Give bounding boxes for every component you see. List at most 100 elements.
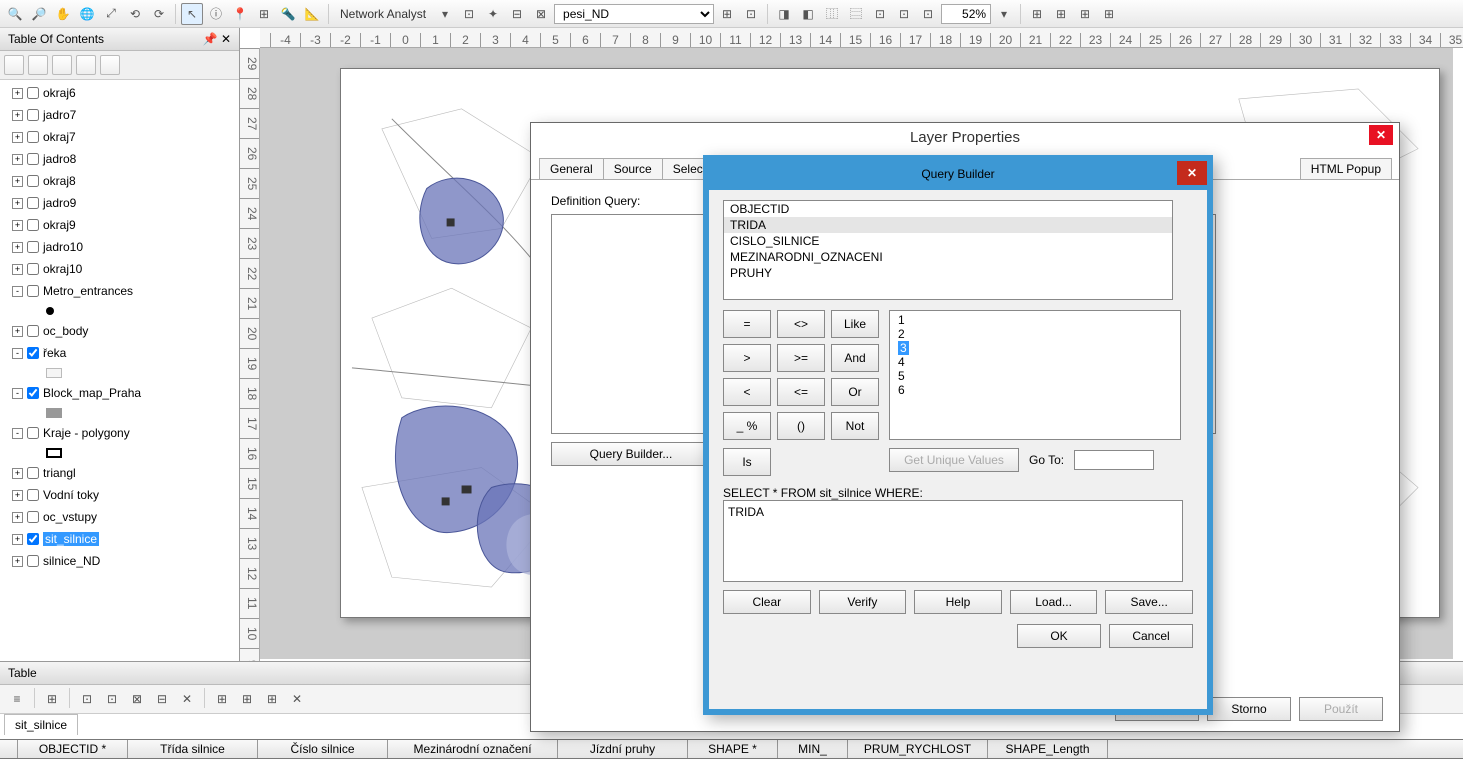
toc-item[interactable]: +silnice_ND [4,550,235,572]
field-item[interactable]: OBJECTID [724,201,1172,217]
table-tool[interactable]: ⊟ [151,688,173,710]
value-item[interactable]: 6 [896,383,1174,397]
table-tool[interactable]: ⊞ [261,688,283,710]
toc-view-btn[interactable] [52,55,72,75]
expand-icon[interactable]: + [12,534,23,545]
tool-btn[interactable]: 📍 [229,3,251,25]
tool-btn[interactable]: ⟲ [124,3,146,25]
layer-checkbox[interactable] [27,325,39,337]
find-btn[interactable]: 🔦 [277,3,299,25]
expand-icon[interactable]: + [12,264,23,275]
table-tool[interactable]: ⊞ [211,688,233,710]
table-tool[interactable]: ✕ [176,688,198,710]
operator-button[interactable]: >= [777,344,825,372]
tool-btn[interactable]: ✦ [482,3,504,25]
value-item[interactable]: 2 [896,327,1174,341]
value-item[interactable]: 3 [896,341,1174,355]
tool-btn[interactable]: ⿲ [821,3,843,25]
expand-icon[interactable]: + [12,198,23,209]
layer-label[interactable]: sit_silnice [43,532,99,546]
toc-item[interactable]: +oc_body [4,320,235,342]
table-tool[interactable]: ⊡ [76,688,98,710]
layer-label[interactable]: řeka [43,346,66,360]
operator-button[interactable]: <= [777,378,825,406]
toc-item[interactable]: - řeka [4,342,235,364]
dropdown-icon[interactable]: ▾ [993,3,1015,25]
zoom-combo[interactable] [941,4,991,24]
tool-btn[interactable]: ⊡ [869,3,891,25]
layer-label[interactable]: jadro9 [43,196,76,210]
toc-item[interactable]: +okraj8 [4,170,235,192]
column-header[interactable]: OBJECTID * [18,740,128,758]
expand-icon[interactable]: + [12,220,23,231]
field-item[interactable]: TRIDA [724,217,1172,233]
expression-textarea[interactable]: TRIDA [723,500,1183,582]
tool-btn[interactable]: ⊞ [1098,3,1120,25]
layer-props-tab[interactable]: HTML Popup [1300,158,1392,179]
cancel-button[interactable]: Cancel [1109,624,1193,648]
layer-checkbox[interactable] [27,489,39,501]
network-analyst-label[interactable]: Network Analyst [334,7,432,21]
toc-view-btn[interactable] [28,55,48,75]
toc-item[interactable]: +jadro8 [4,148,235,170]
toc-item[interactable]: -Kraje - polygony [4,422,235,444]
get-unique-values-button[interactable]: Get Unique Values [889,448,1019,472]
toc-item[interactable]: +okraj7 [4,126,235,148]
close-icon[interactable]: ✕ [221,32,231,46]
layer-label[interactable]: oc_vstupy [43,510,97,524]
operator-button[interactable]: Like [831,310,879,338]
verify-button[interactable]: Verify [819,590,907,614]
tool-btn[interactable]: ⟳ [148,3,170,25]
tool-btn[interactable]: 🌐 [76,3,98,25]
close-icon[interactable]: ✕ [1177,161,1207,185]
layer-checkbox[interactable] [27,533,39,545]
tool-btn[interactable]: ⊡ [458,3,480,25]
layer-label[interactable]: jadro10 [43,240,83,254]
tool-btn[interactable]: ◧ [797,3,819,25]
toc-item[interactable]: -Block_map_Praha [4,382,235,404]
layer-label[interactable]: okraj9 [43,218,76,232]
layer-label[interactable]: okraj10 [43,262,82,276]
value-item[interactable]: 5 [896,369,1174,383]
field-item[interactable]: CISLO_SILNICE [724,233,1172,249]
tool-btn[interactable]: ⊡ [917,3,939,25]
expand-icon[interactable]: + [12,176,23,187]
layer-checkbox[interactable] [27,241,39,253]
expand-icon[interactable]: + [12,88,23,99]
toc-view-btn[interactable] [4,55,24,75]
is-button[interactable]: Is [723,448,771,476]
column-header[interactable]: Mezinárodní označení [388,740,558,758]
tool-btn[interactable]: ⊞ [253,3,275,25]
tool-btn[interactable]: ⊡ [893,3,915,25]
clear-button[interactable]: Clear [723,590,811,614]
expand-icon[interactable]: - [12,348,23,359]
expand-icon[interactable]: + [12,110,23,121]
operator-button[interactable]: < [723,378,771,406]
tool-btn[interactable]: ◨ [773,3,795,25]
tool-btn[interactable]: ⤢ [100,3,122,25]
identify-btn[interactable]: ⓘ [205,3,227,25]
layer-label[interactable]: oc_body [43,324,88,338]
layer-checkbox[interactable] [27,219,39,231]
operator-button[interactable]: Not [831,412,879,440]
apply-button[interactable]: Použít [1299,697,1383,721]
tool-btn[interactable]: ⊡ [740,3,762,25]
tool-btn[interactable]: 🔍 [4,3,26,25]
expand-icon[interactable]: + [12,132,23,143]
table-tool[interactable]: ⊞ [236,688,258,710]
layer-checkbox[interactable] [27,511,39,523]
field-item[interactable]: MEZINARODNI_OZNACENI [724,249,1172,265]
toc-item[interactable]: +okraj6 [4,82,235,104]
tool-btn[interactable]: ✋ [52,3,74,25]
expand-icon[interactable]: - [12,428,23,439]
layer-checkbox[interactable] [27,467,39,479]
toc-view-btn[interactable] [100,55,120,75]
layer-checkbox[interactable] [27,347,39,359]
layer-label[interactable]: jadro8 [43,152,76,166]
layer-checkbox[interactable] [27,131,39,143]
table-tool[interactable]: ⊞ [41,688,63,710]
network-dataset-combo[interactable]: pesi_ND [554,4,714,24]
layer-label[interactable]: Vodní toky [43,488,99,502]
save-button[interactable]: Save... [1105,590,1193,614]
toc-item[interactable]: +oc_vstupy [4,506,235,528]
